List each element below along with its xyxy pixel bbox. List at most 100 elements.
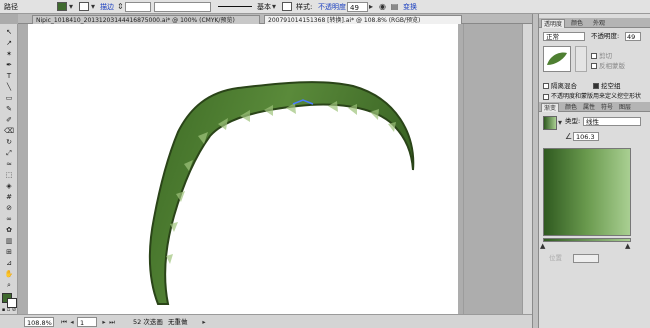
draw-mode-icons[interactable]: ▪ ▫ ⊘	[1, 307, 17, 313]
graph-tool-icon[interactable]: ▥	[1, 237, 17, 246]
redo-info: 无重做	[168, 318, 188, 326]
brush-stroke-preview[interactable]	[218, 6, 252, 7]
document-tab-1[interactable]: Nipic_1018410_20131203144416875000.ai* @…	[32, 15, 260, 24]
panel-opacity-field[interactable]: 49	[625, 32, 641, 41]
knockout-option[interactable]: 挖空组	[593, 82, 621, 91]
stroke-weight-stepper-icon[interactable]: ⇕	[117, 2, 124, 12]
rotate-tool-icon[interactable]: ↻	[1, 138, 17, 147]
direct-selection-tool-icon[interactable]: ↗	[1, 39, 17, 48]
transparency-panel-tabs: 透明度 颜色 外观	[539, 18, 650, 28]
tab-attributes[interactable]: 属性	[581, 103, 597, 112]
stroke-swatch[interactable]	[79, 2, 89, 11]
gradient-position-field[interactable]	[573, 254, 599, 263]
vertical-scrollbar[interactable]	[522, 24, 532, 314]
gradient-preset-dropdown-icon[interactable]: ▾	[558, 118, 562, 127]
opacity-dropdown-icon[interactable]: ▸	[368, 2, 374, 12]
type-tool-icon[interactable]: T	[1, 72, 17, 81]
style-label: 样式:	[296, 3, 313, 11]
symbol-sprayer-icon[interactable]: ✿	[1, 226, 17, 235]
blend-mode-select[interactable]: 正常	[543, 32, 585, 41]
stroke-weight-field[interactable]	[125, 2, 151, 12]
eraser-tool-icon[interactable]: ⌫	[1, 127, 17, 136]
status-bar: 108.8% ⏮ ◂ 1 ▸ ⏭ 52 次迭画 无重做 ▸	[0, 314, 532, 328]
isolate-blending-option[interactable]: 隔离混合	[543, 82, 577, 91]
last-page-icon[interactable]: ⏭	[108, 317, 116, 327]
tab-symbols[interactable]: 符号	[599, 103, 615, 112]
line-tool-icon[interactable]: ╲	[1, 83, 17, 92]
opacity-mask-checkbox[interactable]	[543, 93, 549, 100]
invert-mask-option[interactable]: 反相蒙版	[591, 62, 625, 71]
slice-tool-icon[interactable]: ⊿	[1, 259, 17, 268]
tab-color-2[interactable]: 颜色	[563, 103, 579, 112]
banana-leaf-artwork[interactable]	[28, 24, 458, 314]
leaf-thumbnail-icon	[547, 52, 567, 65]
document-tab-2[interactable]: 200791014151368 [转换].ai* @ 108.8% (RGB/预…	[264, 15, 462, 24]
variable-width-dropdown[interactable]	[154, 2, 211, 12]
fill-swatch[interactable]	[57, 2, 67, 11]
hand-tool-icon[interactable]: ✋	[1, 270, 17, 279]
tab-gradient[interactable]: 渐变	[541, 103, 560, 112]
gradient-type-select[interactable]: 线性	[583, 117, 641, 126]
next-page-icon[interactable]: ▸	[100, 317, 108, 327]
tab-transparency[interactable]: 透明度	[541, 19, 566, 28]
zoom-tool-icon[interactable]: ⌕	[1, 281, 17, 290]
blob-brush-icon[interactable]: ✐	[1, 116, 17, 125]
rectangle-tool-icon[interactable]: ▭	[1, 94, 17, 103]
gradient-stop-left[interactable]: ▲	[540, 242, 545, 250]
control-bar: 路径 ▾ ▾ 描边 ⇕ 基本 ▾ 样式: 不透明度 49 ▸ ◉ ▤ 变换	[0, 0, 650, 14]
tab-layers[interactable]: 图层	[617, 103, 633, 112]
brush-dropdown-icon[interactable]: ▾	[271, 2, 277, 12]
opacity-field[interactable]: 49	[347, 2, 368, 12]
invert-mask-checkbox[interactable]	[591, 63, 597, 69]
transform-link[interactable]: 变换	[403, 2, 417, 12]
tab-appearance[interactable]: 外观	[591, 19, 607, 28]
brush-definition-label[interactable]: 基本	[257, 2, 271, 12]
gradient-preview-swatch[interactable]	[543, 116, 557, 130]
first-page-icon[interactable]: ⏮	[60, 317, 68, 327]
tab-color[interactable]: 颜色	[569, 19, 585, 28]
style-swatch[interactable]	[282, 2, 292, 11]
opacity-mask-label: 不透明度和蒙版用来定义挖空形状	[551, 93, 642, 100]
recolor-icon[interactable]: ◉	[378, 2, 387, 12]
gradient-type-label: 类型:	[565, 117, 581, 125]
selection-type-label: 路径	[4, 3, 18, 11]
clip-option[interactable]: 剪切	[591, 52, 612, 61]
eyedropper-tool-icon[interactable]: ⊘	[1, 204, 17, 213]
invert-mask-label: 反相蒙版	[599, 62, 625, 70]
clip-checkbox[interactable]	[591, 53, 597, 59]
opacity-link[interactable]: 不透明度	[318, 2, 346, 12]
magic-wand-icon[interactable]: ✶	[1, 50, 17, 59]
isolate-blending-checkbox[interactable]	[543, 83, 549, 89]
gradient-ramp-preview	[543, 148, 631, 236]
free-transform-icon[interactable]: ⬚	[1, 171, 17, 180]
gradient-stop-right[interactable]: ▲	[625, 242, 630, 250]
mesh-tool-icon[interactable]: #	[1, 193, 17, 202]
opacity-mask-option[interactable]: 不透明度和蒙版用来定义挖空形状	[543, 92, 641, 101]
blend-tool-icon[interactable]: ∞	[1, 215, 17, 224]
artboard-tool-icon[interactable]: ⊞	[1, 248, 17, 257]
prev-page-icon[interactable]: ◂	[68, 317, 76, 327]
stroke-link[interactable]: 描边	[100, 2, 114, 12]
warp-tool-icon[interactable]: ≈	[1, 160, 17, 169]
clip-label: 剪切	[599, 52, 612, 60]
pen-tool-icon[interactable]: ✒	[1, 61, 17, 70]
gradient-angle-field[interactable]: 106.3	[573, 132, 599, 141]
transparency-thumbnail[interactable]	[543, 46, 571, 72]
stroke-dropdown-icon[interactable]: ▾	[90, 2, 96, 12]
gradient-slider[interactable]	[543, 238, 631, 242]
shape-builder-icon[interactable]: ◈	[1, 182, 17, 191]
mask-thumbnail[interactable]	[575, 46, 587, 72]
knockout-checkbox[interactable]	[593, 83, 599, 89]
zoom-field[interactable]: 108.8%	[24, 317, 54, 327]
status-menu-icon[interactable]: ▸	[200, 317, 208, 327]
canvas-area[interactable]	[18, 24, 532, 314]
align-icon[interactable]: ▤	[390, 2, 399, 12]
selection-tool-icon[interactable]: ↖	[1, 28, 17, 37]
fill-dropdown-icon[interactable]: ▾	[68, 2, 74, 12]
paintbrush-tool-icon[interactable]: ✎	[1, 105, 17, 114]
page-field[interactable]: 1	[77, 317, 97, 327]
panel-opacity-label: 不透明度:	[591, 32, 620, 40]
gradient-panel-tabs: 渐变 颜色 属性 符号 图层	[539, 102, 650, 112]
artboard[interactable]	[28, 24, 458, 314]
scale-tool-icon[interactable]: ⤢	[1, 149, 17, 158]
